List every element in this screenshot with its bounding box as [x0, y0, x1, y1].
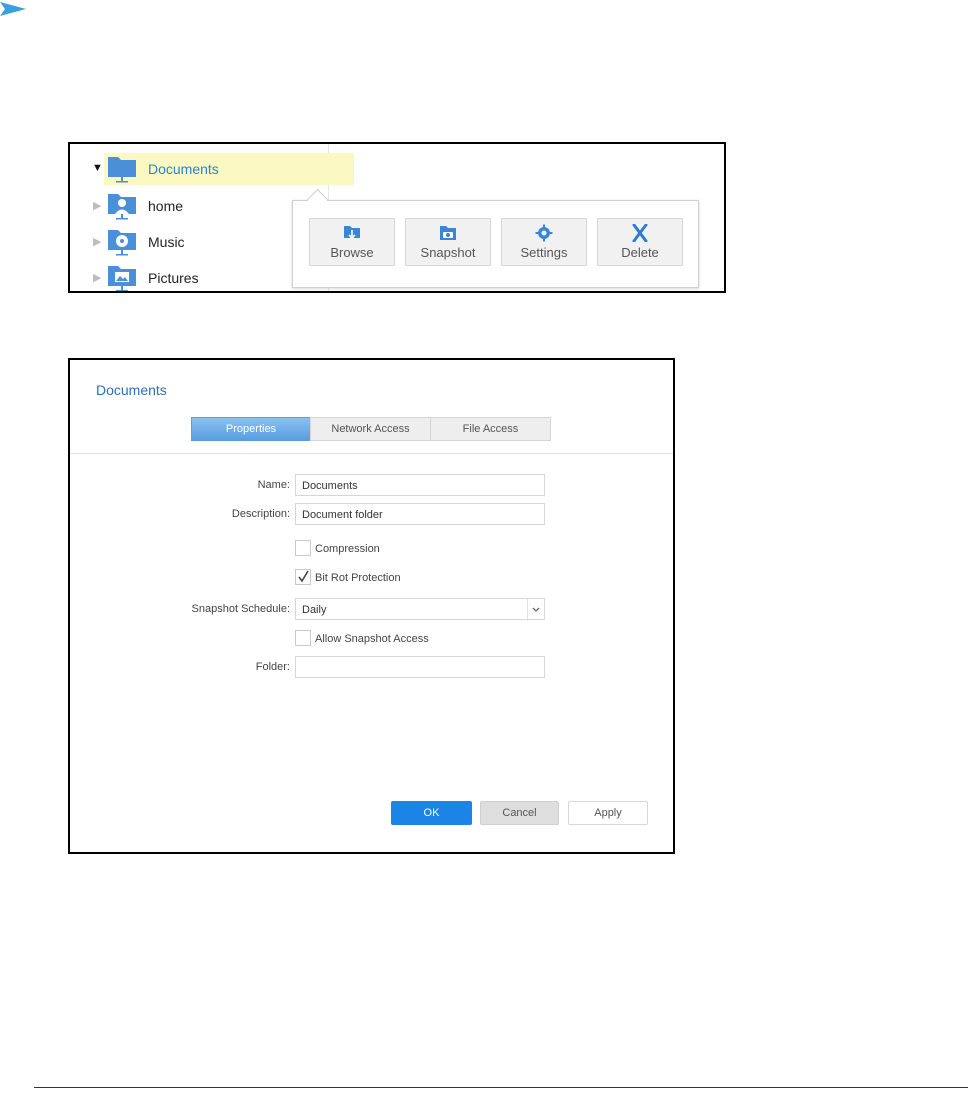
description-label: Description: — [231, 508, 290, 520]
snapshot-schedule-label: Snapshot Schedule: — [191, 603, 290, 615]
folder-tree-panel: ▼ Documents ▶ home ▶ Music ▶ Pictures Br… — [68, 142, 726, 293]
folder-field[interactable] — [295, 656, 545, 678]
browse-label: Browse — [330, 245, 374, 260]
pictures-folder-icon — [108, 266, 136, 291]
compression-checkbox[interactable] — [295, 540, 311, 556]
bit-rot-protection-checkbox[interactable] — [295, 569, 311, 585]
tree-item-documents[interactable] — [104, 153, 354, 185]
chevron-down-icon[interactable] — [527, 599, 544, 621]
caret-right-icon[interactable]: ▶ — [93, 271, 101, 284]
browse-button[interactable]: Browse — [309, 218, 395, 266]
caret-down-icon[interactable]: ▼ — [92, 162, 103, 174]
dialog-title: Documents — [96, 382, 167, 398]
apply-button[interactable]: Apply — [568, 801, 648, 825]
folder-label: Folder: — [255, 661, 290, 673]
snapshot-label: Snapshot — [420, 245, 476, 260]
allow-snapshot-access-checkbox[interactable] — [295, 630, 311, 646]
name-label: Name: — [257, 479, 290, 491]
description-field[interactable]: Document folder — [295, 503, 545, 525]
tree-item-label: Documents — [148, 161, 219, 177]
bullet-arrow-icon — [0, 2, 26, 16]
gear-icon — [535, 224, 553, 242]
name-field[interactable]: Documents — [295, 474, 545, 496]
home-folder-icon — [108, 194, 136, 220]
cancel-button[interactable]: Cancel — [480, 801, 559, 825]
tree-item-label: Pictures — [148, 270, 199, 286]
ok-button[interactable]: OK — [391, 801, 472, 825]
snapshot-schedule-select[interactable]: Daily — [295, 598, 545, 621]
properties-dialog: Documents Properties Network Access File… — [68, 358, 675, 854]
caret-right-icon[interactable]: ▶ — [93, 235, 101, 248]
tree-item-label: home — [148, 198, 184, 214]
compression-label: Compression — [315, 543, 380, 555]
tab-divider — [70, 453, 673, 454]
tree-item-label: Music — [148, 234, 185, 250]
tab-file-access[interactable]: File Access — [430, 417, 551, 441]
snapshot-button[interactable]: Snapshot — [405, 218, 491, 266]
folder-actions-popup: Browse Snapshot Settings Delete — [292, 200, 699, 288]
tab-properties[interactable]: Properties — [191, 417, 311, 441]
delete-button[interactable]: Delete — [597, 218, 683, 266]
snapshot-schedule-value: Daily — [302, 604, 327, 616]
allow-snapshot-access-label: Allow Snapshot Access — [315, 633, 429, 645]
snapshot-icon — [440, 226, 456, 240]
folder-icon — [108, 157, 136, 183]
checkmark-icon — [298, 570, 309, 583]
delete-label: Delete — [621, 245, 659, 260]
bit-rot-protection-label: Bit Rot Protection — [315, 572, 401, 584]
browse-icon — [344, 226, 360, 240]
footer-divider — [34, 1087, 968, 1088]
settings-label: Settings — [520, 245, 568, 260]
music-folder-icon — [108, 230, 136, 256]
settings-button[interactable]: Settings — [501, 218, 587, 266]
tab-network-access[interactable]: Network Access — [310, 417, 431, 441]
tab-bar: Properties Network Access File Access — [191, 417, 552, 441]
caret-right-icon[interactable]: ▶ — [93, 199, 101, 212]
delete-icon — [632, 224, 648, 242]
